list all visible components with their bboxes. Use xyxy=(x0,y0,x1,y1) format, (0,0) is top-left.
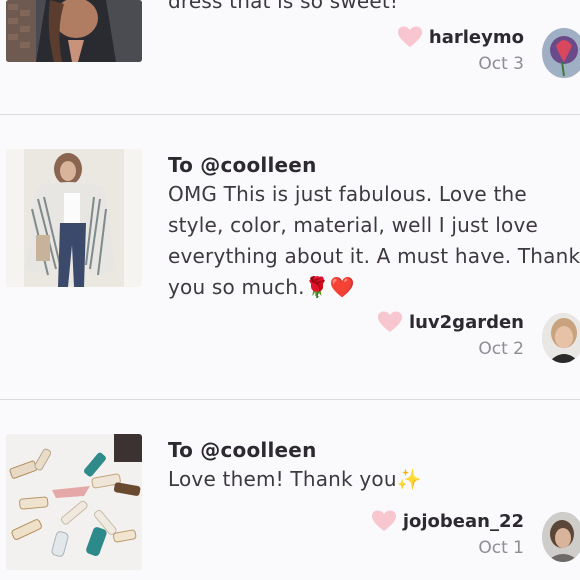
comment-message: dress that is so sweet! xyxy=(168,0,399,13)
comment-meta: harleymo Oct 3 xyxy=(397,26,524,74)
comment-card: dress that is so sweet! harleymo Oct 3 xyxy=(0,0,580,114)
comment-date: Oct 2 xyxy=(478,339,524,359)
avatar[interactable] xyxy=(542,313,580,363)
heart-icon[interactable] xyxy=(377,311,403,333)
comment-date: Oct 3 xyxy=(478,54,524,74)
comment-message: Love them! Thank you✨ xyxy=(168,467,422,491)
product-thumbnail[interactable] xyxy=(6,0,142,62)
comment-card: To @coolleen Love them! Thank you✨ jojob… xyxy=(0,400,580,580)
comment-date: Oct 1 xyxy=(478,538,524,558)
heart-icon[interactable] xyxy=(371,510,397,532)
product-thumbnail[interactable] xyxy=(6,149,142,287)
comment-message: OMG This is just fabulous. Love the styl… xyxy=(168,182,580,299)
product-thumbnail[interactable] xyxy=(6,434,142,570)
heart-icon[interactable] xyxy=(397,26,423,48)
comment-username[interactable]: jojobean_22 xyxy=(403,511,524,532)
comment-card: To @coolleen OMG This is just fabulous. … xyxy=(0,115,580,399)
comment-username[interactable]: luv2garden xyxy=(409,312,524,333)
avatar[interactable] xyxy=(542,28,580,78)
comment-recipient[interactable]: To @coolleen xyxy=(168,438,317,462)
comment-recipient[interactable]: To @coolleen xyxy=(168,153,317,177)
comment-meta: luv2garden Oct 2 xyxy=(377,311,524,359)
comment-meta: jojobean_22 Oct 1 xyxy=(371,510,524,558)
comment-username[interactable]: harleymo xyxy=(429,27,524,48)
avatar[interactable] xyxy=(542,512,580,562)
